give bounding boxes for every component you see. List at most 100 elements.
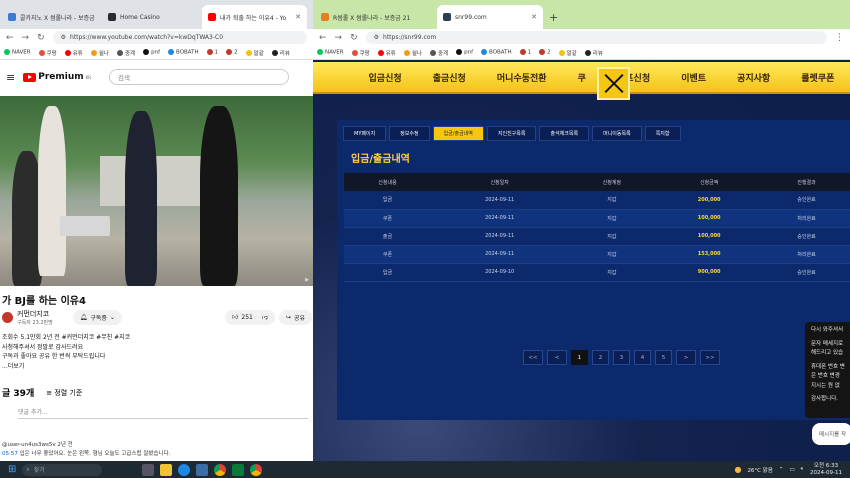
nav-roulette[interactable]: 룰렛쿠폰	[801, 71, 834, 84]
bookmark-11[interactable]: 리뷰	[584, 49, 603, 57]
reload-icon[interactable]: ↻	[37, 33, 45, 43]
tab-mypage[interactable]: MY페이지	[343, 126, 387, 141]
nav-deposit[interactable]: 입금신청	[369, 71, 402, 84]
page-last[interactable]: >>	[700, 350, 720, 365]
page-3[interactable]: 3	[613, 350, 630, 365]
bookmark-10[interactable]: 말같	[558, 49, 577, 57]
like-button[interactable]: 👍︎ 251 👎︎	[225, 309, 275, 325]
nav-notice[interactable]: 공지사항	[737, 71, 770, 84]
browser-tab-1[interactable]: 콜카지노 X 썸롤나라 - 보증금	[2, 5, 102, 29]
bookmark-8[interactable]: 1	[206, 49, 218, 56]
edge-icon[interactable]	[178, 463, 191, 476]
thumbs-down-icon[interactable]: 👎︎	[262, 313, 268, 321]
bookmark-9[interactable]: 2	[539, 49, 551, 56]
nav-coupon[interactable]: 쿠	[578, 71, 586, 84]
reload-icon[interactable]: ↻	[350, 33, 358, 43]
video-player[interactable]: ▶	[0, 96, 313, 286]
comment-timestamp-link[interactable]: 05:57	[2, 451, 18, 457]
bookmark-6[interactable]: pnf	[143, 49, 160, 56]
bookmark-10[interactable]: 말같	[245, 49, 264, 57]
bookmark-4[interactable]: 쉴나	[403, 49, 422, 57]
site-info-icon[interactable]: ⚙	[61, 34, 66, 41]
video-description[interactable]: 조회수 5.1만회 2년 전 #커먼더지코 #무친 #지코 사청해주셔서 정말로…	[2, 333, 312, 371]
page-next[interactable]: >	[676, 350, 696, 365]
page-prev[interactable]: <	[547, 350, 567, 365]
file-explorer-icon[interactable]	[160, 463, 173, 476]
windows-start-icon[interactable]: ⊞	[8, 464, 16, 475]
page-2[interactable]: 2	[592, 350, 609, 365]
taskbar-search[interactable]: ⌕ 찾기	[22, 463, 103, 476]
chrome-icon-2[interactable]	[250, 463, 263, 476]
back-icon[interactable]: ←	[319, 33, 327, 43]
share-button[interactable]: ↪ 공유	[278, 309, 312, 325]
browser-tab-1[interactable]: R썸롤 X 썸롤나라 - 보증금 21	[315, 5, 437, 29]
bookmark-5[interactable]: 중계	[429, 49, 448, 57]
site-info-icon[interactable]: ⚙	[374, 34, 379, 41]
bookmark-naver[interactable]: NAVER	[317, 49, 344, 56]
bookmark-6[interactable]: pnf	[456, 49, 473, 56]
tab-transactions[interactable]: 입금/출금내역	[432, 126, 484, 141]
back-icon[interactable]: ←	[6, 33, 14, 43]
close-tab-icon[interactable]: ✕	[531, 13, 537, 21]
browser-tab-2[interactable]: snr99.com ✕	[437, 5, 543, 29]
network-icon[interactable]: ▭	[790, 467, 795, 473]
url-input[interactable]: ⚙ https://www.youtube.com/watch?v=kwDqTW…	[52, 31, 307, 44]
bookmark-9[interactable]: 2	[226, 49, 238, 56]
channel-name[interactable]: 커먼더지코	[17, 309, 53, 319]
bookmark-coupang[interactable]: 쿠팡	[38, 49, 57, 57]
comment-input[interactable]: 댓글 추가...	[18, 407, 308, 419]
new-tab-icon[interactable]: +	[543, 5, 564, 29]
tab-attendance[interactable]: 출석체크목록	[539, 126, 590, 141]
weather-text[interactable]: 26°C 맑음	[747, 466, 772, 474]
bookmark-5[interactable]: 중계	[116, 49, 135, 57]
show-more-link[interactable]: ...더보기	[2, 362, 312, 372]
chevron-up-icon[interactable]: ⌃	[779, 467, 784, 473]
forward-icon[interactable]: →	[22, 33, 30, 43]
nav-money-convert[interactable]: 머니수동전환	[497, 71, 547, 84]
nav-event[interactable]: 이벤트	[681, 71, 706, 84]
sort-button[interactable]: ≡ 정렬 기준	[46, 388, 82, 398]
forward-icon[interactable]: →	[335, 33, 343, 43]
url-input[interactable]: ⚙ https://snr99.com	[365, 31, 827, 44]
channel-avatar[interactable]	[2, 311, 13, 323]
bookmark-7[interactable]: BOBATH	[481, 49, 512, 56]
menu-icon[interactable]: ≡	[6, 71, 15, 84]
page-first[interactable]: <<	[523, 350, 543, 365]
bookmark-youtube[interactable]: 유튜	[377, 49, 396, 57]
close-icon[interactable]	[597, 67, 630, 100]
bookmark-youtube[interactable]: 유튜	[64, 49, 83, 57]
volume-icon[interactable]: 🔈︎	[801, 466, 804, 473]
task-view-icon[interactable]	[142, 463, 155, 476]
page-4[interactable]: 4	[634, 350, 651, 365]
bookmark-7[interactable]: BOBATH	[168, 49, 199, 56]
tab-edit-info[interactable]: 정보수정	[389, 126, 430, 141]
bookmark-coupang[interactable]: 쿠팡	[351, 49, 370, 57]
column-header: 신청계정	[568, 173, 656, 191]
app-icon[interactable]	[232, 463, 245, 476]
comment-author[interactable]: @user-un4us3ws5v	[2, 442, 56, 448]
address-bar: ← → ↻ ⚙ https://snr99.com ⋮	[313, 29, 850, 46]
close-tab-icon[interactable]: ✕	[295, 13, 301, 21]
clock[interactable]: 오전 6:33 2024-09-11	[810, 463, 842, 476]
taskbar-apps	[142, 463, 263, 476]
tab-money-move[interactable]: 머니이동목록	[592, 126, 642, 141]
extensions-icon[interactable]: ⋮	[835, 33, 844, 43]
page-1[interactable]: 1	[571, 350, 588, 365]
chrome-icon[interactable]	[214, 463, 227, 476]
subscribe-button[interactable]: 🔔︎ 구독중 ⌄	[72, 309, 122, 325]
browser-tab-3[interactable]: 내가 퇴출 하는 이유4 - Yo ✕	[202, 5, 307, 29]
bookmark-11[interactable]: 리뷰	[271, 49, 290, 57]
tab-messages[interactable]: 쪽지함	[644, 126, 681, 141]
column-header: 신청내용	[344, 173, 431, 191]
store-icon[interactable]	[196, 463, 209, 476]
youtube-logo[interactable]: Premium KR	[23, 72, 91, 82]
chat-message-input[interactable]: 메시지를 작	[812, 423, 850, 445]
tab-friends[interactable]: 지인친구목록	[486, 126, 537, 141]
nav-withdraw[interactable]: 출금신청	[433, 71, 466, 84]
search-input[interactable]: 검색	[109, 69, 290, 85]
bookmark-4[interactable]: 쉴나	[90, 49, 109, 57]
bookmark-naver[interactable]: NAVER	[4, 49, 31, 56]
bookmark-8[interactable]: 1	[519, 49, 531, 56]
page-5[interactable]: 5	[655, 350, 672, 365]
browser-tab-2[interactable]: Home Casino	[102, 5, 202, 29]
